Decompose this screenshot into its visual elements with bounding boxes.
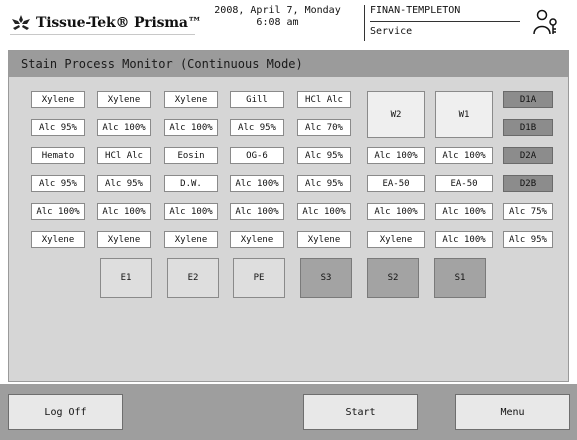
station-e2[interactable]: E2 <box>167 258 219 298</box>
station-d1b[interactable]: D1B <box>503 119 553 136</box>
station-c5-r6[interactable]: Xylene <box>297 231 351 248</box>
brand-logo: Tissue-Tek® Prisma™ <box>10 12 202 34</box>
person-key-icon[interactable] <box>533 8 559 36</box>
station-c5-r3[interactable]: Alc 95% <box>297 147 351 164</box>
date-text: 2008, April 7, Monday <box>214 5 341 16</box>
station-c3-r4[interactable]: D.W. <box>164 175 218 192</box>
logoff-button[interactable]: Log Off <box>8 394 123 430</box>
station-c5-r4[interactable]: Alc 95% <box>297 175 351 192</box>
user-name: FINAN-TEMPLETON <box>370 5 461 16</box>
station-c3-r3[interactable]: Eosin <box>164 147 218 164</box>
menu-button[interactable]: Menu <box>455 394 570 430</box>
panel-title: Stain Process Monitor (Continuous Mode) <box>9 51 568 77</box>
station-c4-r5[interactable]: Alc 100% <box>230 203 284 220</box>
station-s2[interactable]: S2 <box>367 258 419 298</box>
station-c6-r3[interactable]: Alc 100% <box>367 147 425 164</box>
station-c4-r6[interactable]: Xylene <box>230 231 284 248</box>
station-c8-r6[interactable]: Alc 95% <box>503 231 553 248</box>
station-c2-r2[interactable]: Alc 100% <box>97 119 151 136</box>
station-c3-r5[interactable]: Alc 100% <box>164 203 218 220</box>
station-c1-r4[interactable]: Alc 95% <box>31 175 85 192</box>
station-c1-r3[interactable]: Hemato <box>31 147 85 164</box>
station-d2a[interactable]: D2A <box>503 147 553 164</box>
logo-underline <box>10 34 195 35</box>
footer-bar: Log Off Start Menu <box>0 384 577 440</box>
tissue-tek-logo-icon <box>12 15 30 30</box>
station-c4-r3[interactable]: OG-6 <box>230 147 284 164</box>
station-c5-r1[interactable]: HCl Alc <box>297 91 351 108</box>
station-c4-r4[interactable]: Alc 100% <box>230 175 284 192</box>
start-button[interactable]: Start <box>303 394 418 430</box>
station-c7-r3[interactable]: Alc 100% <box>435 147 493 164</box>
date-time: 2008, April 7, Monday 6:08 am <box>205 5 350 29</box>
station-pe[interactable]: PE <box>233 258 285 298</box>
station-c2-r6[interactable]: Xylene <box>97 231 151 248</box>
station-c1-r1[interactable]: Xylene <box>31 91 85 108</box>
station-c1-r6[interactable]: Xylene <box>31 231 85 248</box>
station-c3-r6[interactable]: Xylene <box>164 231 218 248</box>
station-c2-r3[interactable]: HCl Alc <box>97 147 151 164</box>
station-d2b[interactable]: D2B <box>503 175 553 192</box>
stain-process-panel: Stain Process Monitor (Continuous Mode) … <box>8 50 569 382</box>
station-d1a[interactable]: D1A <box>503 91 553 108</box>
station-c3-r1[interactable]: Xylene <box>164 91 218 108</box>
header-divider <box>364 5 365 41</box>
station-c6-r4[interactable]: EA-50 <box>367 175 425 192</box>
station-c7-r6[interactable]: Alc 100% <box>435 231 493 248</box>
station-c7-r4[interactable]: EA-50 <box>435 175 493 192</box>
station-e1[interactable]: E1 <box>100 258 152 298</box>
station-c2-r4[interactable]: Alc 95% <box>97 175 151 192</box>
station-c1-r2[interactable]: Alc 95% <box>31 119 85 136</box>
time-text: 6:08 am <box>256 17 299 28</box>
station-s1[interactable]: S1 <box>434 258 486 298</box>
station-s3[interactable]: S3 <box>300 258 352 298</box>
station-c2-r5[interactable]: Alc 100% <box>97 203 151 220</box>
station-c8-r5[interactable]: Alc 75% <box>503 203 553 220</box>
station-c1-r5[interactable]: Alc 100% <box>31 203 85 220</box>
header-bar: Tissue-Tek® Prisma™ 2008, April 7, Monda… <box>0 0 577 46</box>
station-c6-r6[interactable]: Xylene <box>367 231 425 248</box>
user-role: Service <box>370 26 413 37</box>
station-c4-r1[interactable]: Gill <box>230 91 284 108</box>
brand-name: Tissue-Tek® Prisma™ <box>36 15 202 31</box>
station-c3-r2[interactable]: Alc 100% <box>164 119 218 136</box>
station-c6-r5[interactable]: Alc 100% <box>367 203 425 220</box>
station-c2-r1[interactable]: Xylene <box>97 91 151 108</box>
station-c5-r2[interactable]: Alc 70% <box>297 119 351 136</box>
station-c7-r5[interactable]: Alc 100% <box>435 203 493 220</box>
station-w1[interactable]: W1 <box>435 91 493 138</box>
user-separator <box>370 21 520 22</box>
station-w2[interactable]: W2 <box>367 91 425 138</box>
station-c5-r5[interactable]: Alc 100% <box>297 203 351 220</box>
station-c4-r2[interactable]: Alc 95% <box>230 119 284 136</box>
